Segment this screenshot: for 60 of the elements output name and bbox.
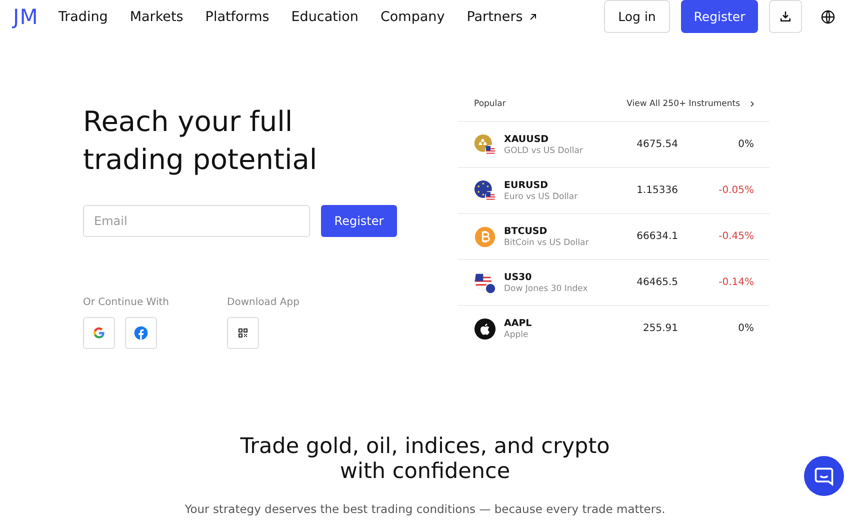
chat-button[interactable] xyxy=(804,456,844,496)
chat-icon xyxy=(813,465,835,487)
register-button[interactable]: Register xyxy=(321,205,397,237)
instrument-symbol: BTCUSD xyxy=(504,226,548,236)
euro-flag-icon xyxy=(474,180,496,202)
globe-icon[interactable] xyxy=(820,8,836,24)
register-button[interactable]: Register xyxy=(681,0,758,33)
price-text: 46465.5 xyxy=(636,277,678,288)
nav-link[interactable]: Partners xyxy=(466,8,539,24)
instrument-row[interactable]: EURUSD Euro vs US Dollar 1.15336 -0.05% xyxy=(458,168,770,214)
bitcoin-icon xyxy=(474,226,496,248)
download-icon xyxy=(778,9,793,24)
instrument-name: Apple xyxy=(504,330,530,340)
instrument-name: BitCoin vs US Dollar xyxy=(504,238,590,248)
facebook-button[interactable] xyxy=(125,317,157,349)
nav-link[interactable]: Platforms xyxy=(205,8,270,24)
instrument-name: GOLD vs US Dollar xyxy=(504,146,584,156)
instrument-symbol: XAUUSD xyxy=(504,134,550,144)
apple-icon xyxy=(474,318,496,340)
price-text: 1.15336 xyxy=(636,185,678,196)
logo[interactable]: JM xyxy=(13,4,38,28)
instrument-row[interactable]: US30 Dow Jones 30 Index 46465.5 -0.14% xyxy=(458,260,770,306)
download-button[interactable] xyxy=(769,0,802,33)
google-icon xyxy=(91,325,107,341)
facebook-icon xyxy=(133,325,149,341)
section-subtitle: Your strategy deserves the best trading conditions — because every trade matters. xyxy=(184,502,666,516)
table-heading: Popular xyxy=(474,99,506,109)
change-text: 0% xyxy=(737,323,754,334)
section-heading: Trade gold, oil, indices, and crypto with confidence xyxy=(239,434,611,484)
section-label: Download App xyxy=(227,297,300,308)
change-text: -0.05% xyxy=(718,185,754,196)
qr-code-icon xyxy=(237,327,250,339)
google-button[interactable] xyxy=(83,317,115,349)
price-text: 255.91 xyxy=(642,323,678,334)
instrument-row[interactable]: XAUUSD GOLD vs US Dollar 4675.54 0% xyxy=(458,122,770,168)
email-field[interactable]: Email xyxy=(83,205,310,237)
nav-link[interactable]: Education xyxy=(291,8,358,24)
instrument-symbol: AAPL xyxy=(504,318,533,328)
change-text: -0.14% xyxy=(718,277,754,288)
us-flag-icon xyxy=(474,272,496,294)
nav-link[interactable]: Trading xyxy=(58,8,108,24)
instrument-name: Dow Jones 30 Index xyxy=(504,284,589,294)
instrument-row[interactable]: AAPL Apple 255.91 0% xyxy=(458,306,770,351)
chevron-right-icon xyxy=(748,100,756,108)
price-text: 66634.1 xyxy=(636,231,678,242)
instrument-name: Euro vs US Dollar xyxy=(504,192,579,202)
change-text: 0% xyxy=(737,139,754,150)
instrument-symbol: EURUSD xyxy=(504,180,549,190)
price-text: 4675.54 xyxy=(636,139,678,150)
change-text: -0.45% xyxy=(718,231,754,242)
view-all-link[interactable]: View All 250+ Instruments xyxy=(626,99,756,109)
hero-heading: Reach your full trading potential xyxy=(83,104,318,178)
instrument-row[interactable]: BTCUSD BitCoin vs US Dollar 66634.1 -0.45% xyxy=(458,214,770,260)
nav-link[interactable]: Markets xyxy=(130,8,184,24)
instrument-symbol: US30 xyxy=(504,272,533,282)
coin-icon xyxy=(474,134,496,156)
nav-link[interactable]: Company xyxy=(380,8,445,24)
section-label: Or Continue With xyxy=(83,297,170,308)
login-button[interactable]: Log in xyxy=(604,0,670,33)
qr-code-button[interactable] xyxy=(227,317,260,349)
